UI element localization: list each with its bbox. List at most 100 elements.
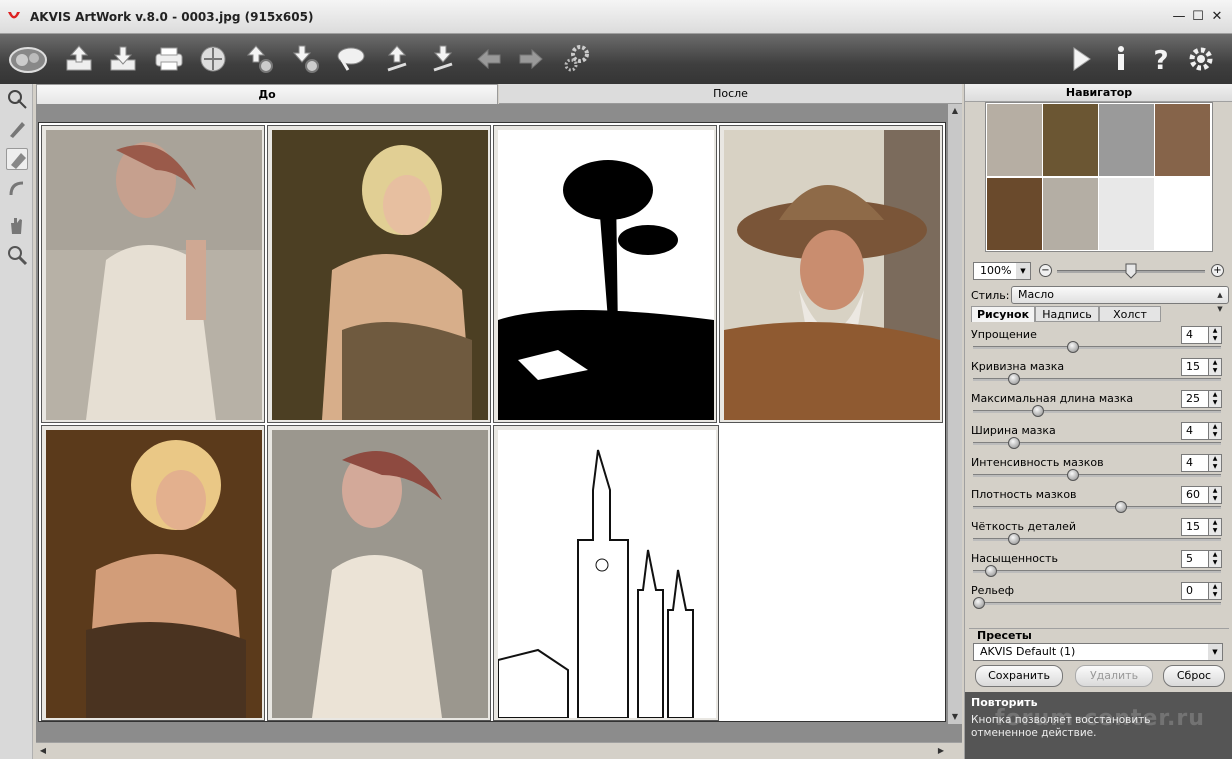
tab-before[interactable]: До (36, 84, 498, 104)
spinner-icon[interactable]: ▲ ▼ (1209, 582, 1222, 600)
param-slider-thumb[interactable] (984, 565, 997, 577)
param-row: Плотность мазков 60 ▲ ▼ (971, 482, 1225, 514)
scroll-down-icon[interactable]: ▼ (948, 710, 962, 724)
minimize-button[interactable]: — (1171, 9, 1187, 25)
nav-thumb (1043, 104, 1098, 176)
eraser-icon[interactable] (334, 42, 368, 76)
param-slider-thumb[interactable] (1114, 501, 1127, 513)
print-icon[interactable] (152, 42, 186, 76)
open-icon[interactable] (62, 42, 96, 76)
param-label: Упрощение (971, 328, 1037, 341)
direction-tool-icon[interactable] (6, 88, 28, 110)
horizontal-scrollbar[interactable]: ◀ ▶ (36, 742, 962, 759)
run-icon[interactable] (1064, 42, 1098, 76)
param-row: Чёткость деталей 15 ▲ ▼ (971, 514, 1225, 546)
spinner-icon[interactable]: ▲ ▼ (1209, 390, 1222, 408)
spinner-icon[interactable]: ▲ ▼ (1209, 326, 1222, 344)
navigator-title: Навигатор (965, 84, 1232, 102)
zoom-out-icon[interactable]: − (1039, 264, 1052, 277)
batch-open-icon[interactable] (242, 42, 276, 76)
scroll-up-icon[interactable]: ▲ (948, 104, 962, 118)
reset-preset-button[interactable]: Сброс (1163, 665, 1225, 687)
undo-icon[interactable] (472, 42, 506, 76)
param-slider-thumb[interactable] (1008, 533, 1021, 545)
chevron-down-icon: ▲ ▼ (1217, 291, 1223, 313)
param-value-input[interactable]: 15 (1181, 518, 1209, 536)
param-slider[interactable] (973, 410, 1221, 413)
param-slider-thumb[interactable] (973, 597, 985, 609)
zoom-value: 100% (980, 264, 1012, 277)
param-slider-thumb[interactable] (1067, 341, 1080, 353)
zoom-in-icon[interactable]: + (1211, 264, 1224, 277)
param-slider[interactable] (973, 346, 1221, 349)
zoom-tool-icon[interactable] (6, 244, 28, 266)
image-canvas[interactable] (36, 120, 948, 724)
export-strokes-icon[interactable] (426, 42, 460, 76)
param-value-input[interactable]: 4 (1181, 326, 1209, 344)
preset-select[interactable]: AKVIS Default (1) ▼ (973, 643, 1223, 661)
param-value-input[interactable]: 4 (1181, 454, 1209, 472)
param-slider[interactable] (973, 474, 1221, 477)
scroll-right-icon[interactable]: ▶ (934, 744, 948, 758)
settings-icon[interactable] (1184, 42, 1218, 76)
param-value-input[interactable]: 4 (1181, 422, 1209, 440)
param-slider-thumb[interactable] (1067, 469, 1080, 481)
scroll-left-icon[interactable]: ◀ (36, 744, 50, 758)
vertical-scrollbar[interactable]: ▲ ▼ (948, 104, 962, 724)
param-slider-thumb[interactable] (1008, 373, 1021, 385)
brush-tool-icon[interactable] (6, 118, 28, 140)
delete-preset-button[interactable]: Удалить (1075, 665, 1153, 687)
param-value-input[interactable]: 60 (1181, 486, 1209, 504)
param-row: Интенсивность мазков 4 ▲ ▼ (971, 450, 1225, 482)
help-icon[interactable]: ? (1144, 42, 1178, 76)
param-value-input[interactable]: 15 (1181, 358, 1209, 376)
spinner-icon[interactable]: ▲ ▼ (1209, 358, 1222, 376)
style-row: Стиль: Масло ▲ ▼ (971, 286, 1229, 313)
maximize-button[interactable]: ☐ (1190, 9, 1206, 25)
save-preset-button[interactable]: Сохранить (975, 665, 1063, 687)
param-value-input[interactable]: 5 (1181, 550, 1209, 568)
param-slider-thumb[interactable] (1032, 405, 1044, 417)
style-select[interactable]: Масло ▲ ▼ (1011, 286, 1229, 313)
info-icon[interactable] (1104, 42, 1138, 76)
close-button[interactable]: ✕ (1209, 9, 1225, 25)
param-slider[interactable] (973, 506, 1221, 509)
share-icon[interactable] (196, 42, 230, 76)
spinner-icon[interactable]: ▲ ▼ (1209, 454, 1222, 472)
param-row: Кривизна мазка 15 ▲ ▼ (971, 354, 1225, 386)
zoom-select[interactable]: 100% ▼ (973, 262, 1031, 280)
tab-painting[interactable]: Рисунок (971, 306, 1035, 322)
param-slider-thumb[interactable] (1008, 437, 1021, 449)
param-value-input[interactable]: 0 (1181, 582, 1209, 600)
navigator-preview[interactable] (985, 102, 1213, 252)
batch-save-icon[interactable] (288, 42, 322, 76)
cartoon-blonde-woman (41, 425, 265, 721)
history-brush-icon[interactable] (6, 178, 28, 200)
spinner-icon[interactable]: ▲ ▼ (1209, 518, 1222, 536)
param-slider[interactable] (973, 570, 1221, 573)
tab-after[interactable]: После (499, 84, 962, 104)
spinner-icon[interactable]: ▲ ▼ (1209, 422, 1222, 440)
main-toolbar: ? (0, 34, 1232, 84)
stencil-tree (493, 125, 717, 423)
chevron-down-icon: ▼ (1016, 263, 1030, 279)
save-icon[interactable] (106, 42, 140, 76)
hand-tool-icon[interactable] (6, 214, 28, 236)
zoom-slider-thumb[interactable] (1125, 263, 1137, 279)
nav-thumb (1099, 178, 1154, 250)
param-row: Рельеф 0 ▲ ▼ (971, 578, 1225, 610)
eraser-tool-icon[interactable] (6, 148, 28, 170)
presets-title: Пресеты (977, 629, 1032, 642)
spinner-icon[interactable]: ▲ ▼ (1209, 550, 1222, 568)
tab-text[interactable]: Надпись (1035, 306, 1099, 322)
import-strokes-icon[interactable] (380, 42, 414, 76)
param-value-input[interactable]: 25 (1181, 390, 1209, 408)
param-label: Чёткость деталей (971, 520, 1076, 533)
spinner-icon[interactable]: ▲ ▼ (1209, 486, 1222, 504)
tab-canvas[interactable]: Холст (1099, 306, 1161, 322)
akvis-logo-icon[interactable] (6, 42, 50, 76)
preferences-gears-icon[interactable] (560, 42, 594, 76)
preset-value: AKVIS Default (1) (980, 645, 1076, 658)
redo-icon[interactable] (514, 42, 548, 76)
param-slider[interactable] (973, 602, 1221, 605)
